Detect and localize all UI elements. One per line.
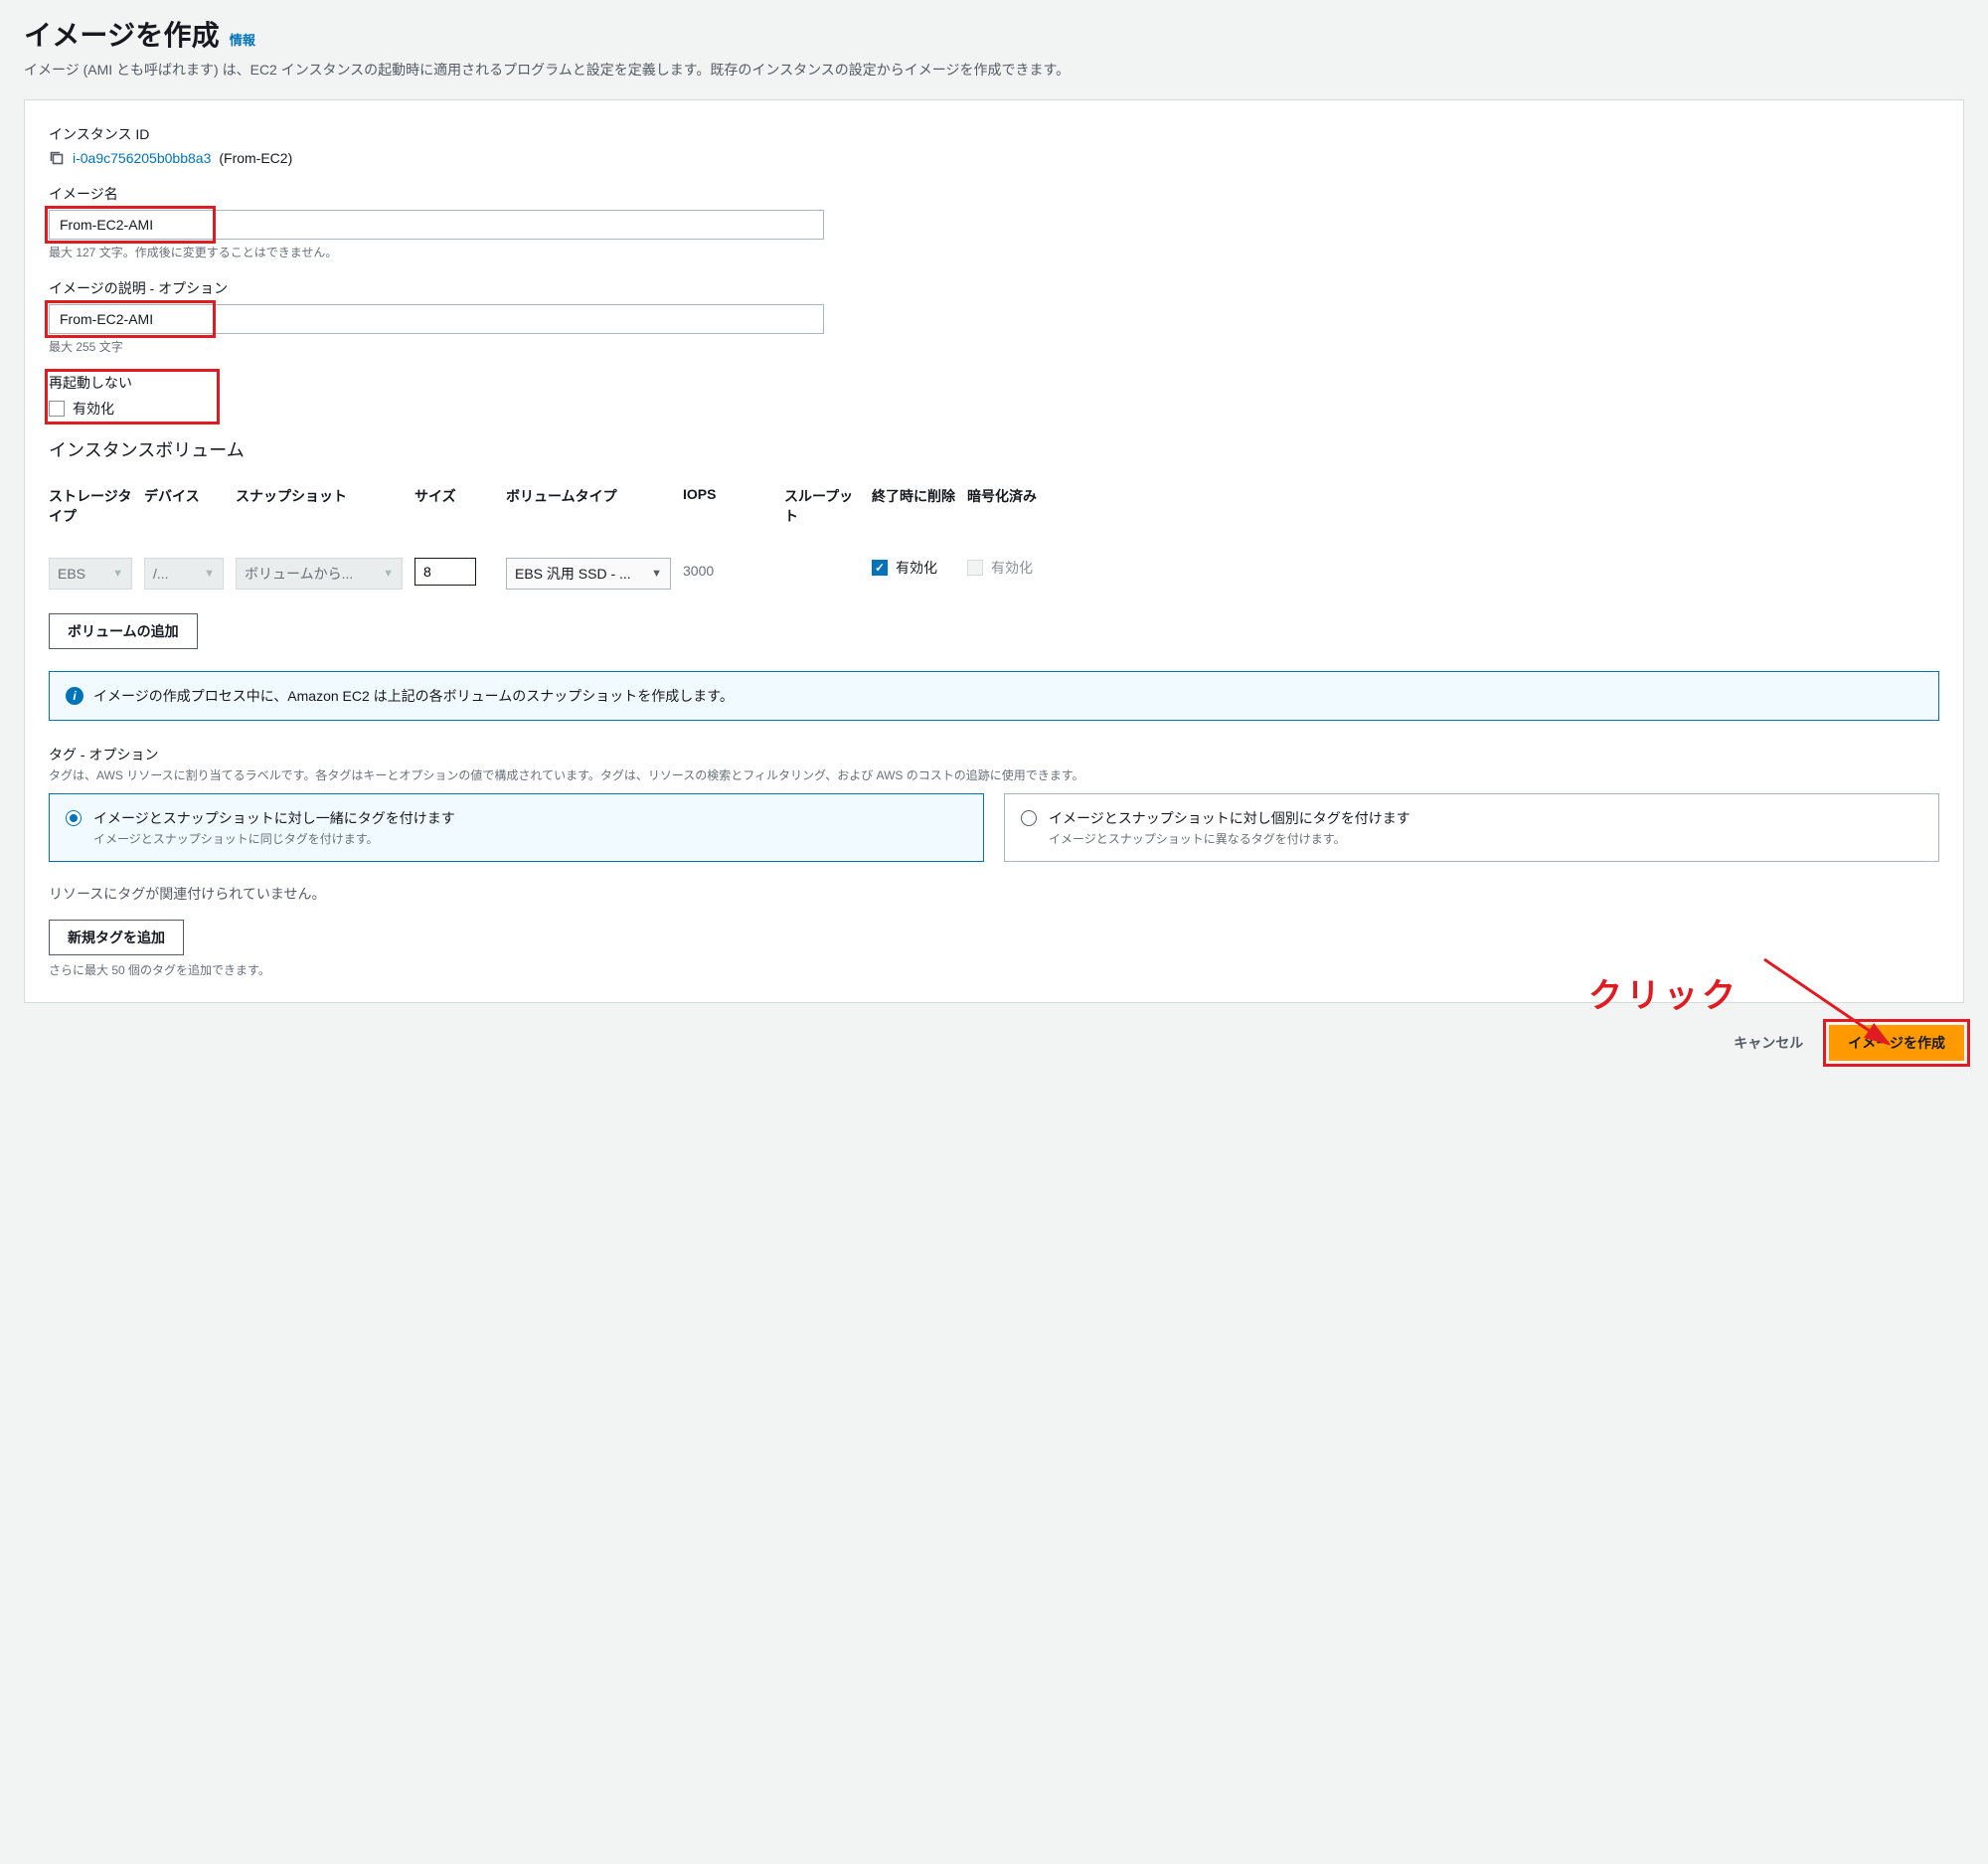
tag-mode-separate-title: イメージとスナップショットに対し個別にタグを付けます [1049, 808, 1410, 828]
instance-id-label: インスタンス ID [49, 124, 1939, 144]
tag-mode-together[interactable]: イメージとスナップショットに対し一緒にタグを付けます イメージとスナップショット… [49, 793, 984, 862]
radio-together[interactable] [66, 810, 82, 826]
col-snapshot: スナップショット [236, 486, 403, 526]
col-encrypted: 暗号化済み [967, 486, 1047, 526]
image-name-input[interactable] [49, 210, 824, 240]
tag-mode-separate[interactable]: イメージとスナップショットに対し個別にタグを付けます イメージとスナップショット… [1004, 793, 1939, 862]
col-iops: IOPS [683, 486, 772, 522]
no-reboot-label: 再起動しない [49, 373, 216, 393]
info-icon: i [66, 687, 83, 705]
instance-id-link[interactable]: i-0a9c756205b0bb8a3 [73, 150, 211, 166]
snapshot-info-banner: i イメージの作成プロセス中に、Amazon EC2 は上記の各ボリュームのスナ… [49, 671, 1939, 721]
volume-type-select[interactable]: EBS 汎用 SSD - ... ▼ [506, 558, 671, 590]
col-throughput: スループット [784, 486, 860, 546]
footer-row: キャンセル イメージを作成 [24, 1025, 1964, 1061]
instance-id-field: インスタンス ID i-0a9c756205b0bb8a3 (From-EC2) [49, 124, 1939, 166]
size-input[interactable] [414, 558, 476, 586]
delete-on-term-checkbox[interactable]: ✓ [872, 560, 888, 576]
col-storage-type: ストレージタイプ [49, 486, 132, 546]
tag-hint: さらに最大 50 個のタグを追加できます。 [49, 961, 1939, 978]
encrypted-checkbox [967, 560, 983, 576]
add-tag-button[interactable]: 新規タグを追加 [49, 920, 184, 955]
instance-name-suffix: (From-EC2) [219, 150, 292, 166]
image-desc-input[interactable] [49, 304, 824, 334]
col-size: サイズ [414, 486, 494, 526]
no-tags-text: リソースにタグが関連付けられていません。 [49, 884, 1939, 904]
radio-separate[interactable] [1021, 810, 1037, 826]
chevron-down-icon: ▼ [383, 568, 394, 580]
tags-description: タグは、AWS リソースに割り当てるラベルです。各タグはキーとオプションの値で構… [49, 766, 1939, 783]
tag-mode-together-sub: イメージとスナップショットに同じタグを付けます。 [93, 830, 455, 847]
storage-type-select: EBS ▼ [49, 558, 132, 590]
delete-on-term-label: 有効化 [896, 558, 937, 578]
no-reboot-checkbox[interactable] [49, 401, 65, 417]
device-select: /... ▼ [144, 558, 224, 590]
chevron-down-icon: ▼ [112, 568, 123, 580]
create-image-button[interactable]: イメージを作成 [1829, 1025, 1964, 1061]
image-desc-helper: 最大 255 文字 [49, 338, 1939, 355]
page-description: イメージ (AMI とも呼ばれます) は、EC2 インスタンスの起動時に適用され… [24, 60, 1964, 80]
volumes-table: ストレージタイプ デバイス スナップショット サイズ ボリュームタイプ IOPS… [49, 486, 1939, 590]
col-volume-type: ボリュームタイプ [506, 486, 671, 526]
chevron-down-icon: ▼ [204, 568, 215, 580]
info-link[interactable]: 情報 [230, 30, 255, 49]
tag-mode-together-title: イメージとスナップショットに対し一緒にタグを付けます [93, 808, 455, 828]
no-reboot-field: 再起動しない 有効化 [49, 373, 216, 419]
iops-value: 3000 [683, 558, 714, 584]
add-volume-button[interactable]: ボリュームの追加 [49, 613, 198, 649]
no-reboot-checkbox-label: 有効化 [73, 399, 114, 419]
tag-mode-separate-sub: イメージとスナップショットに異なるタグを付けます。 [1049, 830, 1410, 847]
col-device: デバイス [144, 486, 224, 526]
snapshot-info-text: イメージの作成プロセス中に、Amazon EC2 は上記の各ボリュームのスナップ… [93, 686, 734, 706]
image-name-helper: 最大 127 文字。作成後に変更することはできません。 [49, 244, 1939, 260]
image-desc-field: イメージの説明 - オプション 最大 255 文字 [49, 278, 1939, 355]
copy-icon[interactable] [49, 150, 65, 166]
tags-title: タグ - オプション [49, 745, 1939, 764]
volumes-heading: インスタンスボリューム [49, 436, 1939, 462]
create-image-panel: インスタンス ID i-0a9c756205b0bb8a3 (From-EC2)… [24, 99, 1964, 1003]
image-name-field: イメージ名 最大 127 文字。作成後に変更することはできません。 [49, 184, 1939, 260]
image-name-label: イメージ名 [49, 184, 1939, 204]
snapshot-select: ボリュームから... ▼ [236, 558, 403, 590]
tag-mode-row: イメージとスナップショットに対し一緒にタグを付けます イメージとスナップショット… [49, 793, 1939, 862]
page-title: イメージを作成 [24, 14, 220, 54]
image-desc-label: イメージの説明 - オプション [49, 278, 1939, 298]
encrypted-label: 有効化 [991, 558, 1033, 578]
cancel-button[interactable]: キャンセル [1718, 1025, 1819, 1061]
chevron-down-icon: ▼ [651, 568, 662, 580]
col-delete: 終了時に削除 [872, 486, 955, 526]
